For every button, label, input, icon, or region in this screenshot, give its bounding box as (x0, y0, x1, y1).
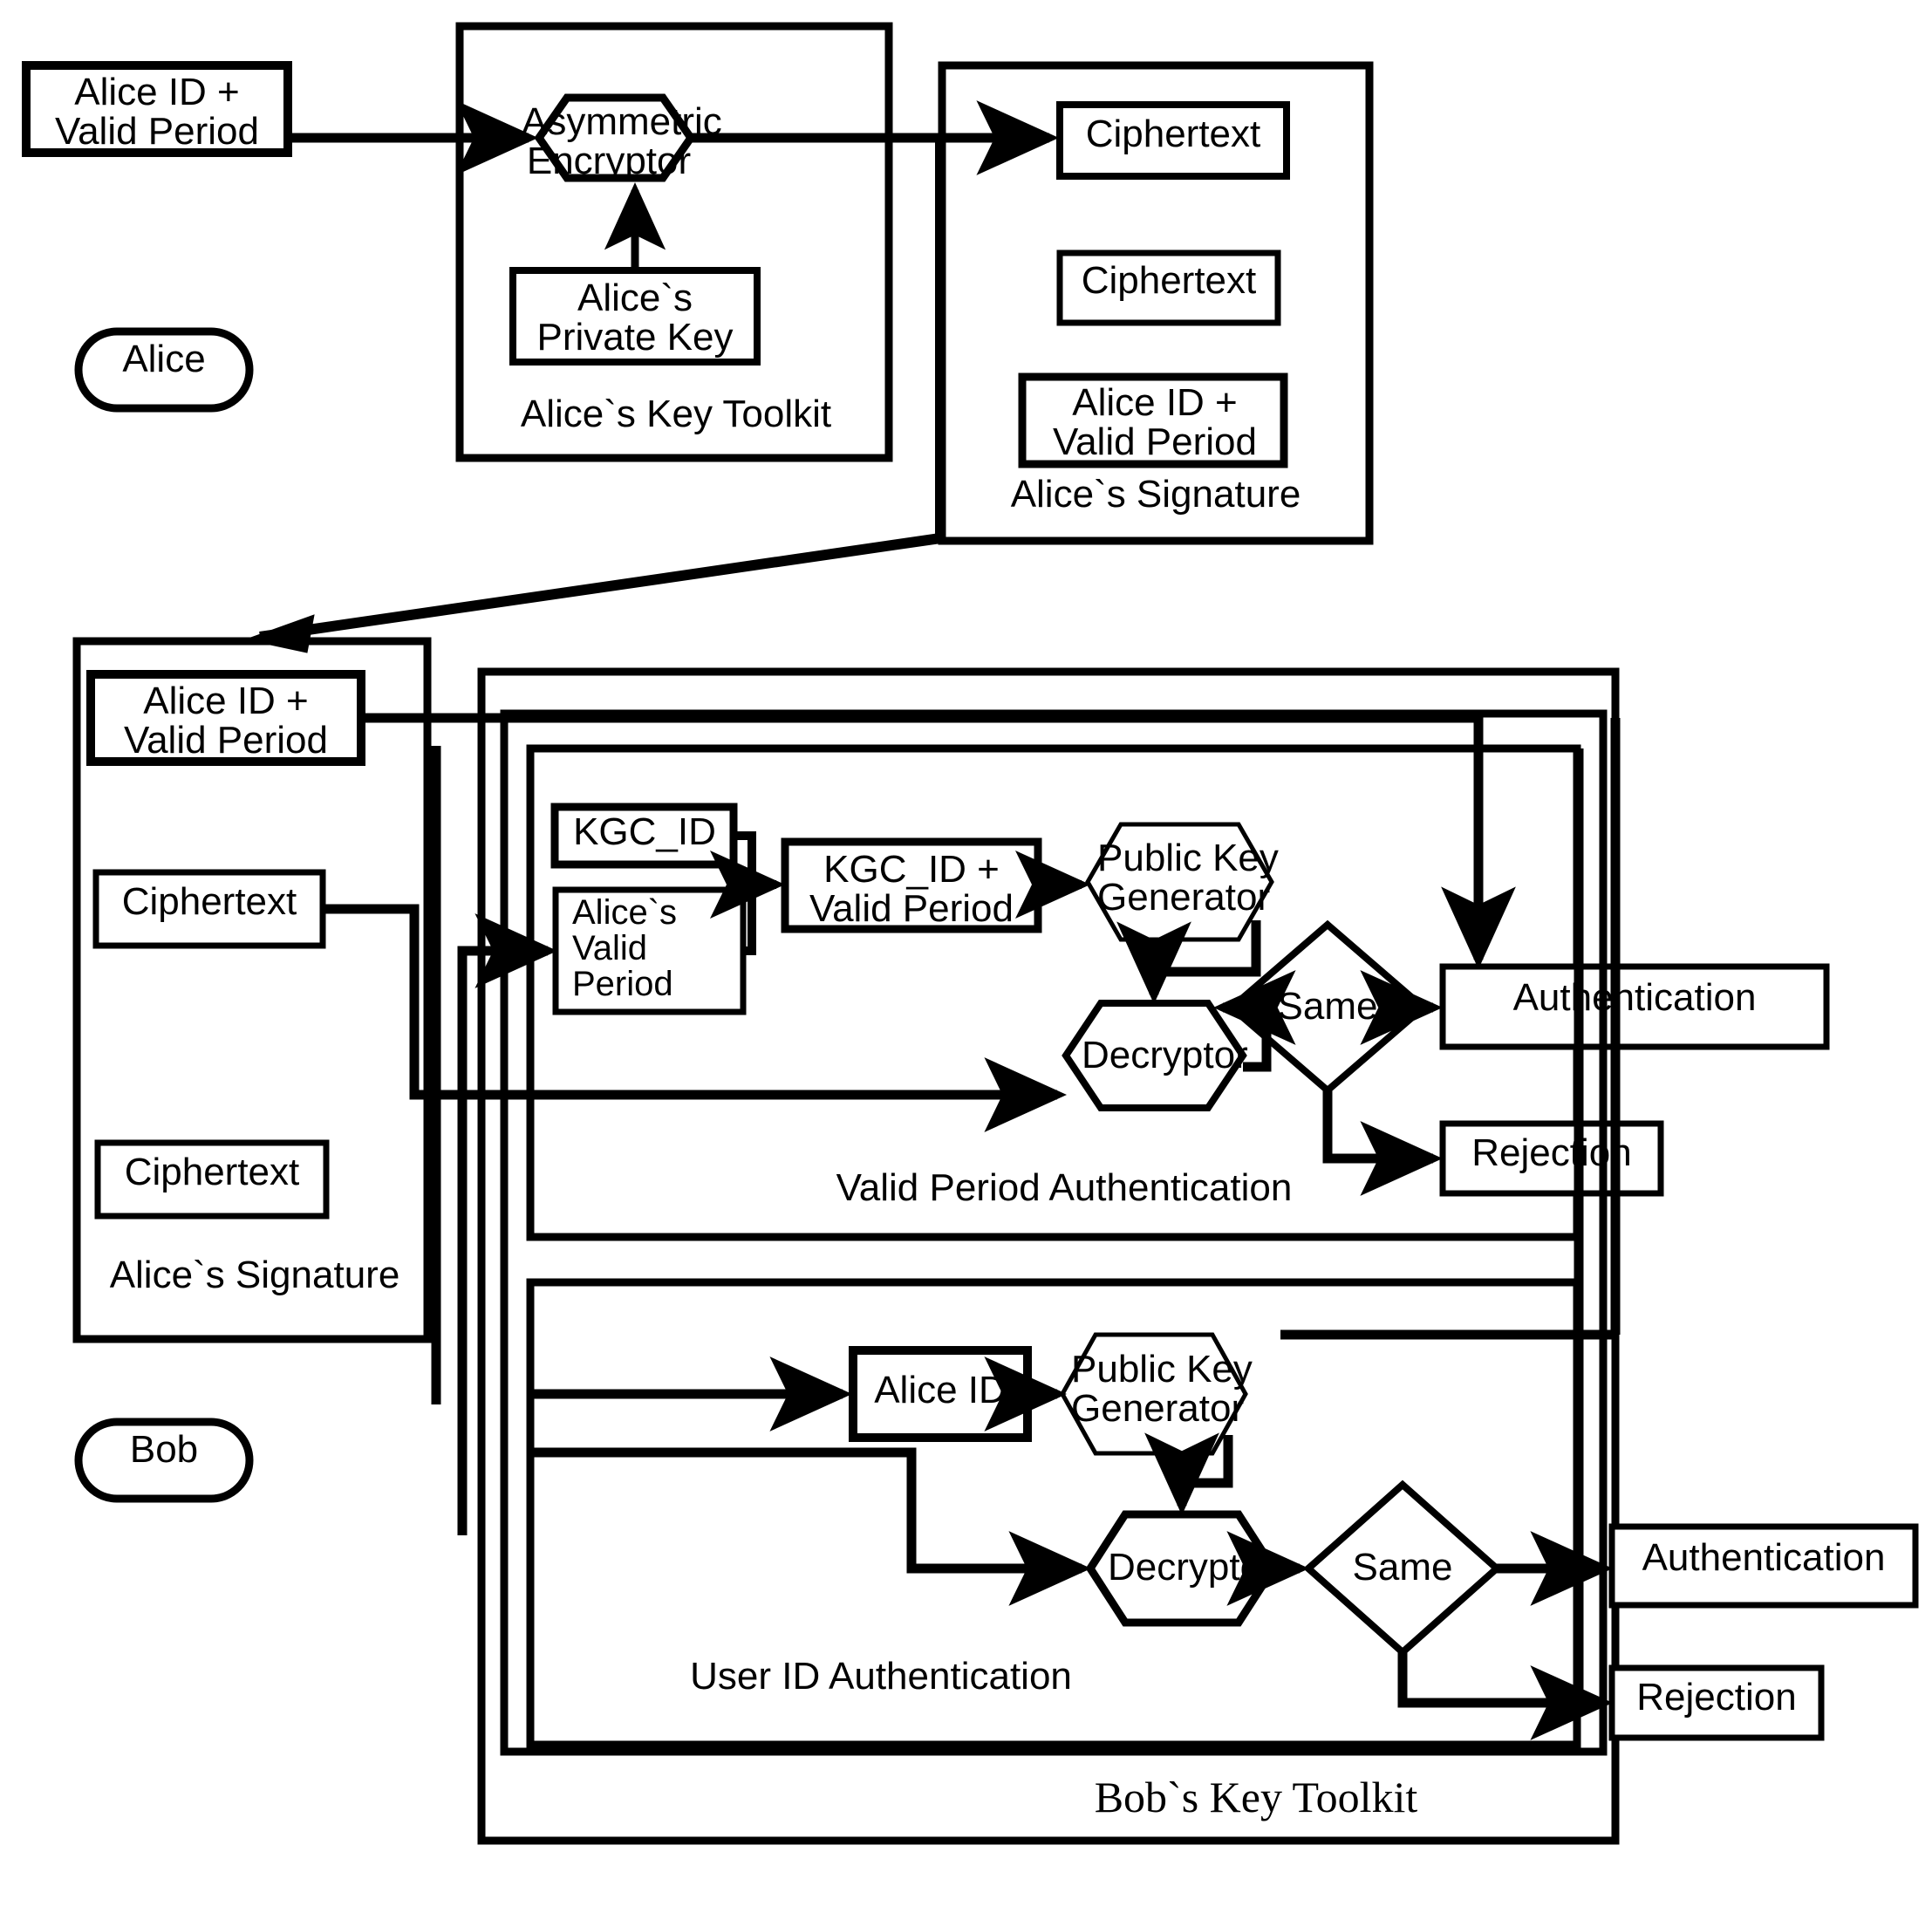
alice-id-box (849, 1346, 1032, 1442)
alice-valid-period-box (552, 886, 747, 1015)
diagram-vector-layer (22, 22, 1919, 1845)
edge-rail-to-uid-decryptor (530, 1447, 1092, 1606)
diagram-canvas: Alice ID + Valid Period Asymmetric Encry… (0, 0, 1932, 1927)
kgc-id-box (550, 803, 738, 869)
kgc-id-plus-period-box (781, 837, 1042, 933)
alice-sig-ciphertext-1 (1056, 101, 1290, 180)
alice-actor-oval (74, 327, 254, 413)
vp-authentication-box (1439, 963, 1830, 1050)
alice-input-box (22, 61, 292, 157)
uid-rejection-box (1608, 1664, 1825, 1741)
transport-arrowhead (244, 614, 315, 653)
uid-public-key-generator-shape (1060, 1332, 1248, 1456)
uid-same-diamond (1302, 1479, 1503, 1657)
vp-rejection-box (1439, 1120, 1664, 1197)
uid-authentication-box (1608, 1523, 1919, 1609)
alice-private-key-box (509, 267, 761, 366)
uid-decryptor-shape (1085, 1510, 1279, 1627)
bob-recv-id-period (86, 670, 365, 766)
alice-sig-ciphertext-2 (1056, 249, 1281, 326)
bob-recv-ciphertext-1 (92, 869, 326, 949)
edge-vp-same-to-reject (1322, 1090, 1444, 1196)
vp-public-key-generator-shape (1085, 822, 1274, 942)
asymmetric-encryptor-shape (534, 93, 696, 182)
bob-actor-oval (74, 1418, 254, 1503)
alice-key-toolkit-frame (455, 22, 893, 462)
vp-decryptor-shape (1062, 1000, 1247, 1111)
alice-sig-id-period (1018, 372, 1288, 468)
bob-recv-ciphertext-2 (94, 1139, 330, 1220)
